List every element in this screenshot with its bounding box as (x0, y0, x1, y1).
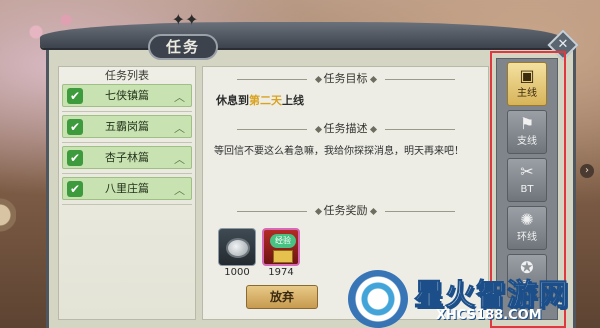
task-list-item[interactable]: ✔ 五霸岗篇 ︿ (62, 115, 192, 138)
task-list-item-label: 杏子林篇 (105, 151, 149, 164)
task-list-item-label: 五霸岗篇 (105, 120, 149, 133)
checkbox-checked-icon[interactable]: ✔ (67, 88, 83, 104)
task-list-item-label: 八里庄篇 (105, 182, 149, 195)
watermark-url: XHCS188.COM (436, 308, 542, 323)
exp-gift-icon (273, 250, 293, 263)
silver-coin-icon (226, 238, 250, 258)
checkbox-checked-icon[interactable]: ✔ (67, 150, 83, 166)
abandon-button[interactable]: 放弃 (246, 285, 318, 309)
task-list-item[interactable]: ✔ 八里庄篇 ︿ (62, 177, 192, 200)
window-title: 任务 (148, 34, 218, 60)
reward-silver[interactable] (218, 228, 256, 266)
chevron-up-icon: ︿ (174, 184, 185, 197)
divider (62, 204, 192, 205)
title-bird-icon: ✦✦ (171, 10, 199, 29)
task-list-item-label: 七侠镇篇 (105, 89, 149, 102)
checkbox-checked-icon[interactable]: ✔ (67, 119, 83, 135)
watermark-logo (348, 270, 408, 328)
chevron-right-icon[interactable]: › (580, 164, 594, 178)
reward-heading: 任务奖励 (202, 202, 489, 218)
chevron-up-icon: ︿ (174, 153, 185, 166)
reward-amount: 1000 (224, 267, 250, 278)
reward-amount: 1974 (268, 267, 294, 278)
divider (62, 111, 192, 112)
reward-exp[interactable]: 经验 (262, 228, 300, 266)
window-roof-frame (40, 22, 560, 48)
chevron-up-icon: ︿ (174, 91, 185, 104)
goal-highlight: 第二天 (249, 94, 282, 107)
chevron-up-icon: ︿ (174, 122, 185, 135)
exp-badge: 经验 (270, 234, 296, 248)
checkbox-checked-icon[interactable]: ✔ (67, 181, 83, 197)
task-list-item[interactable]: ✔ 杏子林篇 ︿ (62, 146, 192, 169)
task-list-title: 任务列表 (105, 69, 149, 82)
divider (62, 173, 192, 174)
goal-heading: 任务目标 (202, 70, 489, 86)
task-list-item[interactable]: ✔ 七侠镇篇 ︿ (62, 84, 192, 107)
divider (62, 142, 192, 143)
task-description: 等回信不要这么着急嘛，我给你探探消息，明天再来吧！ (214, 146, 464, 157)
side-ornament (0, 185, 16, 245)
description-heading: 任务描述 (202, 120, 489, 136)
task-goal-text: 休息到第二天上线 (216, 94, 304, 107)
